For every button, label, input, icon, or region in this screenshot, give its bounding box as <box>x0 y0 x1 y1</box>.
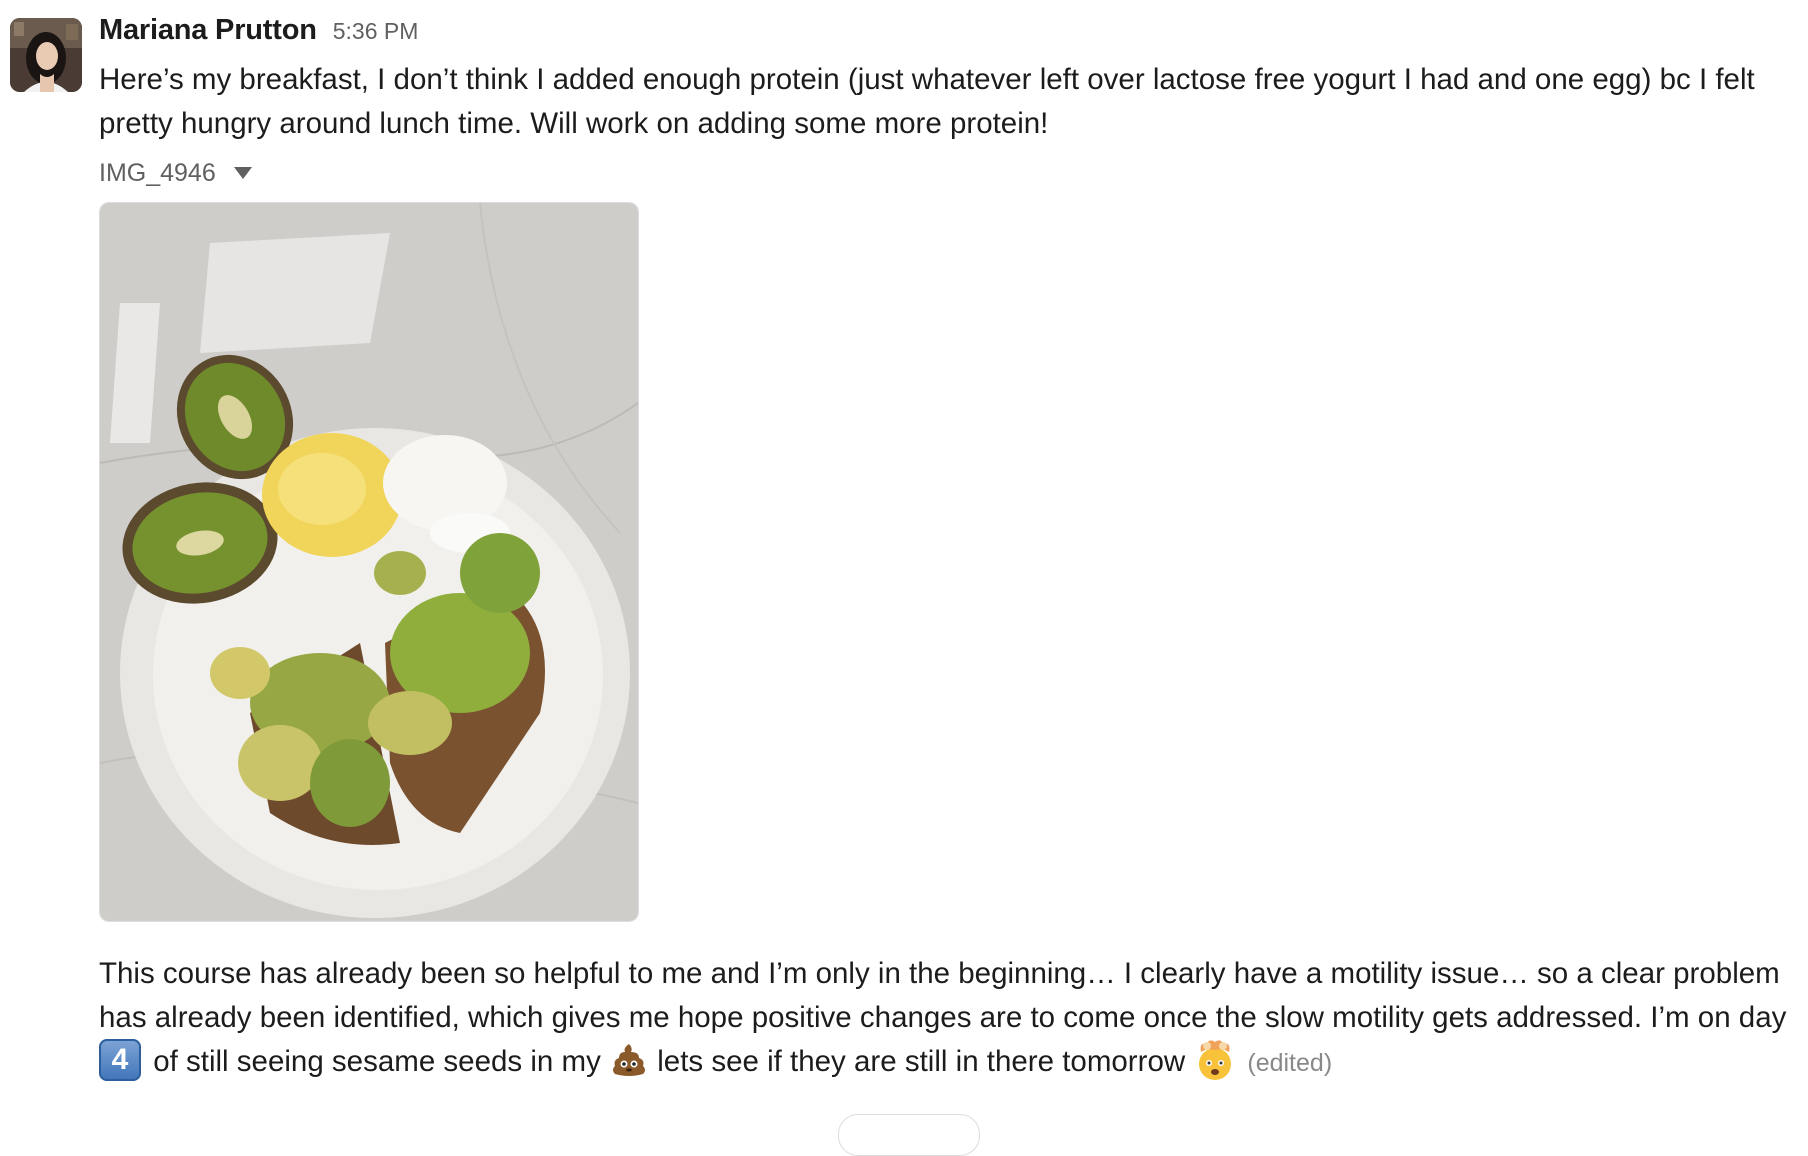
poop-emoji <box>613 1044 646 1077</box>
followup-text-part3: lets see if they are still in there tomo… <box>657 1045 1186 1078</box>
avatar-image <box>10 18 82 92</box>
thread-reply-pill[interactable] <box>838 1114 980 1156</box>
attachment-filename: IMG_4946 <box>99 158 216 187</box>
message-content: Mariana Prutton 5:36 PM Here’s my breakf… <box>99 14 1799 1085</box>
caret-down-icon <box>233 167 252 179</box>
followup-text-part1: This course has already been so helpful … <box>99 957 1787 1034</box>
followup-text: This course has already been so helpful … <box>99 952 1799 1085</box>
edited-label: (edited) <box>1247 1049 1333 1077</box>
attachment-image[interactable] <box>99 202 639 922</box>
sender-name[interactable]: Mariana Prutton <box>99 14 317 47</box>
message: Mariana Prutton 5:36 PM Here’s my breakf… <box>0 0 1808 1156</box>
message-text: Here’s my breakfast, I don’t think I add… <box>99 63 1755 140</box>
attachment-toggle[interactable]: IMG_4946 <box>99 156 252 190</box>
exploding-head-emoji <box>1199 1040 1232 1081</box>
avatar[interactable] <box>10 18 82 92</box>
keycap-4-emoji: 4 <box>99 1039 141 1082</box>
message-header: Mariana Prutton 5:36 PM <box>99 14 1799 58</box>
breakfast-photo <box>100 203 638 921</box>
timestamp[interactable]: 5:36 PM <box>333 18 419 45</box>
followup-text-part2: of still seeing sesame seeds in my <box>153 1045 601 1078</box>
